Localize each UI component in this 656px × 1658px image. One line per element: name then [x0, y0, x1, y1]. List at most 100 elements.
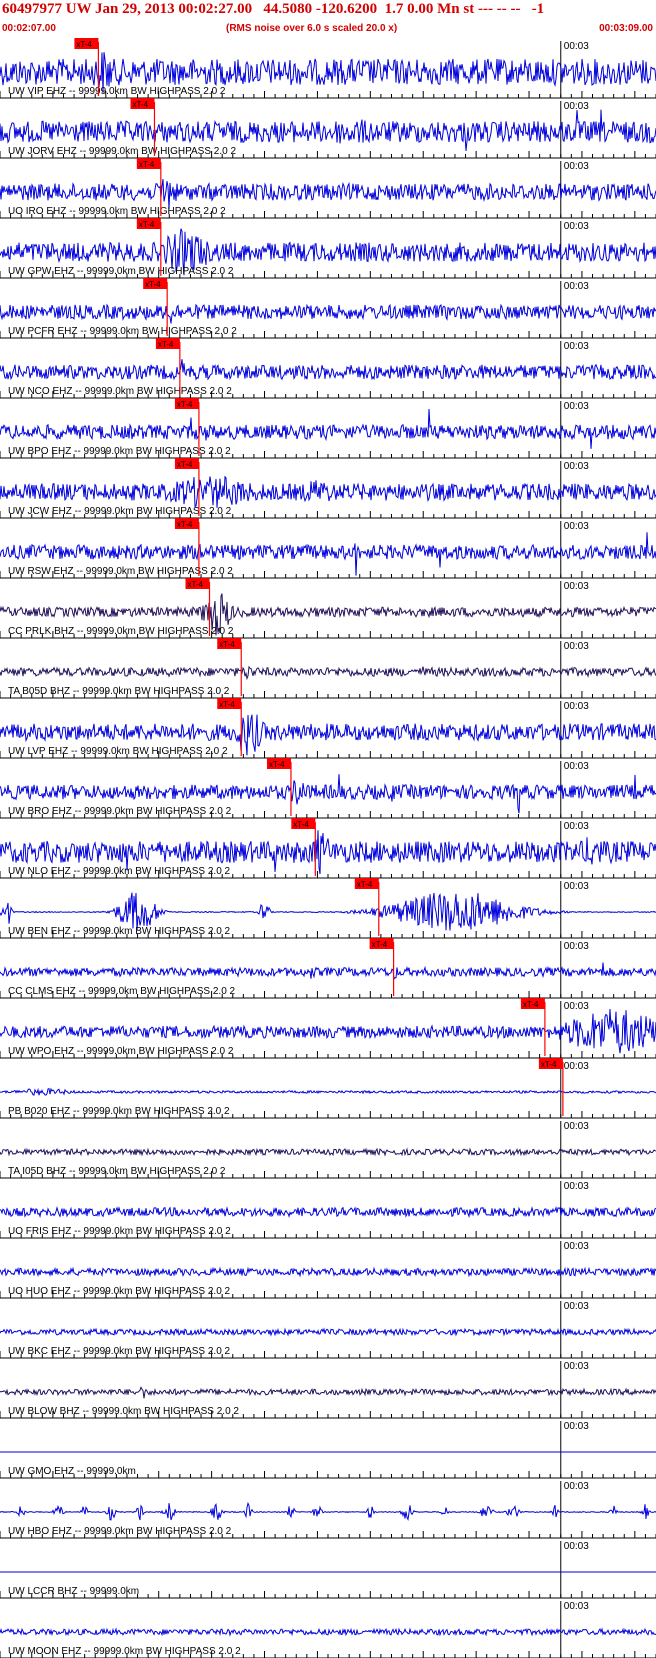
minute-tick-label: 00:03 — [564, 1601, 589, 1612]
trace-row: 00:03 UW BPO EHZ -- 99999.0km BW HIGHPASS… — [0, 398, 656, 459]
minute-tick-label: 00:03 — [564, 1181, 589, 1192]
waveform — [0, 179, 656, 210]
waveform — [0, 1205, 656, 1219]
minute-tick-label: 00:03 — [564, 461, 589, 472]
start-time: 00:02:07.00 — [2, 23, 56, 34]
pick-label: xT-4 — [139, 160, 155, 169]
minute-tick-label: 00:03 — [564, 1481, 589, 1492]
station-label: UO FRIS EHZ -- 99999.0km BW HIGHPASS 2.0… — [8, 1226, 231, 1237]
pick-label: xT-4 — [177, 460, 193, 469]
station-label: UW GPW EHZ -- 99999.0km BW HIGHPASS 2.0 … — [8, 266, 234, 277]
minute-tick-label: 00:03 — [564, 1541, 589, 1552]
station-label: UW PCFR EHZ -- 99999.0km BW HIGHPASS 2.0… — [8, 326, 237, 337]
trace-row: 00:03 UW BLOW BHZ -- 99999.0km BW HIGHPAS… — [0, 1361, 656, 1419]
minute-tick-label: 00:03 — [564, 161, 589, 172]
pick-label: xT-4 — [177, 400, 193, 409]
pick-label: xT-4 — [269, 760, 285, 769]
station-label: UW MOON EHZ -- 99999.0km BW HIGHPASS 2.0… — [8, 1646, 241, 1657]
pick-label: xT-4 — [187, 580, 203, 589]
seismogram-svg: 00:03 UW VIP EHZ -- 99999.0km BW HIGHPASS… — [0, 38, 656, 1658]
waveform — [0, 359, 656, 381]
minute-tick-label: 00:03 — [564, 1421, 589, 1432]
trace-row: 00:03 CC PRLK BHZ -- 99999.0km BW HIGHPAS… — [0, 578, 656, 639]
waveform — [0, 1627, 656, 1637]
station-label: TA B05D BHZ -- 99999.0km BW HIGHPASS 2.0… — [8, 686, 230, 697]
trace-row: 00:03 UW NLO EHZ -- 99999.0km BW HIGHPASS… — [0, 818, 656, 879]
waveform — [0, 109, 656, 152]
station-label: UO IRO EHZ -- 99999.0km BW HIGHPASS 2.0 … — [8, 206, 226, 217]
station-label: CC CLMS EHZ -- 99999.0km BW HIGHPASS 2.0… — [8, 986, 236, 997]
minute-tick-label: 00:03 — [564, 1061, 589, 1072]
end-time: 00:03:09.00 — [599, 23, 653, 34]
waveform — [0, 962, 656, 981]
seismogram-plot: 00:03 UW VIP EHZ -- 99999.0km BW HIGHPASS… — [0, 38, 656, 1658]
trace-row: 00:03 UW MOON EHZ -- 99999.0km BW HIGHPAS… — [0, 1601, 656, 1658]
pick-label: xT-4 — [219, 640, 235, 649]
station-label: UW JORV EHZ -- 99999.0km BW HIGHPASS 2.0… — [8, 146, 236, 157]
trace-row: 00:03 UW WPO EHZ -- 99999.0km BW HIGHPASS… — [0, 998, 656, 1059]
pick-label: xT-4 — [145, 280, 161, 289]
minute-tick-label: 00:03 — [564, 401, 589, 412]
waveform — [0, 1266, 656, 1278]
pick-label: xT-4 — [357, 880, 373, 889]
trace-row: 00:03 UW HBO EHZ -- 99999.0km BW HIGHPASS… — [0, 1481, 656, 1539]
trace-row: 00:03 UO IRO EHZ -- 99999.0km BW HIGHPASS… — [0, 158, 656, 219]
station-label: TA I05D BHZ -- 99999.0km BW HIGHPASS 2.0… — [8, 1166, 226, 1177]
waveform — [0, 1327, 656, 1337]
station-label: UW WPO EHZ -- 99999.0km BW HIGHPASS 2.0 … — [8, 1046, 234, 1057]
pick-label: xT-4 — [523, 1000, 539, 1009]
pick-label: xT-4 — [177, 520, 193, 529]
trace-row: 00:03 UW BEN EHZ -- 99999.0km BW HIGHPASS… — [0, 878, 656, 939]
minute-tick-label: 00:03 — [564, 941, 589, 952]
trace-row: 00:03 TA B05D BHZ -- 99999.0km BW HIGHPAS… — [0, 638, 656, 699]
trace-row: 00:03 UW GPW EHZ -- 99999.0km BW HIGHPASS… — [0, 218, 656, 279]
station-label: UW LVP EHZ -- 99999.0km BW HIGHPASS 2.0 … — [8, 746, 228, 757]
trace-row: 00:03 TA I05D BHZ -- 99999.0km BW HIGHPAS… — [0, 1121, 656, 1179]
minute-tick-label: 00:03 — [564, 341, 589, 352]
pick-label: xT-4 — [293, 820, 309, 829]
trace-row: 00:03 PB B020 EHZ -- 99999.0km BW HIGHPAS… — [0, 1058, 656, 1119]
trace-row: 00:03 UO HUO EHZ -- 99999.0km BW HIGHPASS… — [0, 1241, 656, 1299]
waveform — [0, 1087, 656, 1096]
pick-label: xT-4 — [76, 40, 92, 49]
trace-row: 00:03 CC CLMS EHZ -- 99999.0km BW HIGHPAS… — [0, 938, 656, 999]
waveform — [0, 665, 656, 681]
waveform — [0, 1147, 656, 1157]
pick-label: xT-4 — [372, 940, 388, 949]
station-label: UW HBO EHZ -- 99999.0km BW HIGHPASS 2.0 … — [8, 1526, 232, 1537]
trace-row: 00:03 UW JCW EHZ -- 99999.0km BW HIGHPASS… — [0, 458, 656, 519]
minute-tick-label: 00:03 — [564, 1361, 589, 1372]
station-label: UW BLOW BHZ -- 99999.0km BW HIGHPASS 2.0… — [8, 1406, 239, 1417]
minute-tick-label: 00:03 — [564, 521, 589, 532]
station-label: UW VIP EHZ -- 99999.0km BW HIGHPASS 2.0 … — [8, 86, 226, 97]
trace-row: 00:03 UW PCFR EHZ -- 99999.0km BW HIGHPAS… — [0, 278, 656, 339]
minute-tick-label: 00:03 — [564, 701, 589, 712]
waveform — [0, 1386, 656, 1399]
trace-row: 00:03UW JORV EHZ -- 99999.0km BW HIGHPAS… — [0, 98, 656, 159]
minute-tick-label: 00:03 — [564, 881, 589, 892]
waveform — [0, 892, 656, 931]
waveform — [0, 303, 656, 324]
pick-label: xT-4 — [158, 340, 174, 349]
minute-tick-label: 00:03 — [564, 281, 589, 292]
minute-tick-label: 00:03 — [564, 581, 589, 592]
trace-row: 00:03 UW VIP EHZ -- 99999.0km BW HIGHPASS… — [0, 38, 656, 99]
station-label: UW BKC EHZ -- 99999.0km BW HIGHPASS 2.0 … — [8, 1346, 231, 1357]
station-label: CC PRLK BHZ -- 99999.0km BW HIGHPASS 2.0… — [8, 626, 234, 637]
minute-tick-label: 00:03 — [564, 1121, 589, 1132]
station-label: UO HUO EHZ -- 99999.0km BW HIGHPASS 2.0 … — [8, 1286, 231, 1297]
minute-tick-label: 00:03 — [564, 1001, 589, 1012]
trace-row: 00:03 UW LVP EHZ -- 99999.0km BW HIGHPASS… — [0, 698, 656, 759]
trace-row: 00:03 UO FRIS EHZ -- 99999.0km BW HIGHPAS… — [0, 1181, 656, 1239]
station-label: UW BRO EHZ -- 99999.0km BW HIGHPASS 2.0 … — [8, 806, 232, 817]
station-label: UW BPO EHZ -- 99999.0km BW HIGHPASS 2.0 … — [8, 446, 231, 457]
minute-tick-label: 00:03 — [564, 641, 589, 652]
minute-tick-label: 00:03 — [564, 221, 589, 232]
minute-tick-label: 00:03 — [564, 761, 589, 772]
station-label: PB B020 EHZ -- 99999.0km BW HIGHPASS 2.0… — [8, 1106, 230, 1117]
trace-row: 00:03 UW NCO EHZ -- 99999.0km BW HIGHPASS… — [0, 338, 656, 399]
waveform — [0, 1501, 656, 1522]
trace-row: 00:03 UW GMO EHZ -- 99999.0km — [0, 1421, 656, 1479]
station-label: UW GMO EHZ -- 99999.0km — [8, 1466, 136, 1477]
pick-label: xT-4 — [541, 1060, 557, 1069]
